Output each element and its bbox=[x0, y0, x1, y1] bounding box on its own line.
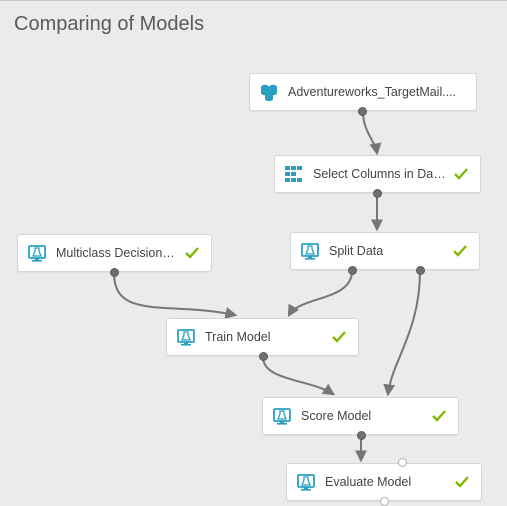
page-title: Comparing of Models bbox=[14, 13, 204, 36]
edge-forest-train bbox=[114, 273, 235, 315]
port-out[interactable] bbox=[358, 107, 367, 116]
port-out[interactable] bbox=[110, 268, 119, 277]
edge-split-train bbox=[289, 271, 352, 315]
check-icon bbox=[430, 407, 448, 425]
experiment-icon bbox=[299, 240, 321, 262]
node-label: Train Model bbox=[197, 330, 330, 344]
experiment-icon bbox=[26, 242, 48, 264]
node-label: Multiclass Decision Forest bbox=[48, 246, 183, 260]
experiment-icon bbox=[295, 471, 317, 493]
experiment-icon bbox=[175, 326, 197, 348]
node-train-model[interactable]: Train Model bbox=[166, 318, 359, 356]
experiment-icon bbox=[271, 405, 293, 427]
port-out[interactable] bbox=[348, 266, 357, 275]
port-in[interactable] bbox=[398, 458, 407, 467]
columns-icon bbox=[283, 163, 305, 185]
node-label: Adventureworks_TargetMail.... bbox=[280, 85, 466, 99]
node-dataset[interactable]: Adventureworks_TargetMail.... bbox=[249, 73, 477, 111]
check-icon bbox=[453, 473, 471, 491]
check-icon bbox=[452, 165, 470, 183]
port-out[interactable] bbox=[416, 266, 425, 275]
node-score-model[interactable]: Score Model bbox=[262, 397, 459, 435]
node-evaluate-model[interactable]: Evaluate Model bbox=[286, 463, 482, 501]
check-icon bbox=[451, 242, 469, 260]
node-label: Score Model bbox=[293, 409, 430, 423]
edge-dataset-select bbox=[363, 112, 377, 153]
node-label: Split Data bbox=[321, 244, 451, 258]
edge-train-score bbox=[263, 357, 333, 394]
node-multiclass-forest[interactable]: Multiclass Decision Forest bbox=[17, 234, 212, 272]
node-label: Evaluate Model bbox=[317, 475, 453, 489]
dataset-icon bbox=[258, 81, 280, 103]
node-select-columns[interactable]: Select Columns in Dataset bbox=[274, 155, 481, 193]
port-out[interactable] bbox=[259, 352, 268, 361]
check-icon bbox=[330, 328, 348, 346]
node-split-data[interactable]: Split Data bbox=[290, 232, 480, 270]
port-out[interactable] bbox=[373, 189, 382, 198]
edge-split-score bbox=[388, 271, 420, 394]
port-out[interactable] bbox=[357, 431, 366, 440]
node-label: Select Columns in Dataset bbox=[305, 167, 452, 181]
check-icon bbox=[183, 244, 201, 262]
